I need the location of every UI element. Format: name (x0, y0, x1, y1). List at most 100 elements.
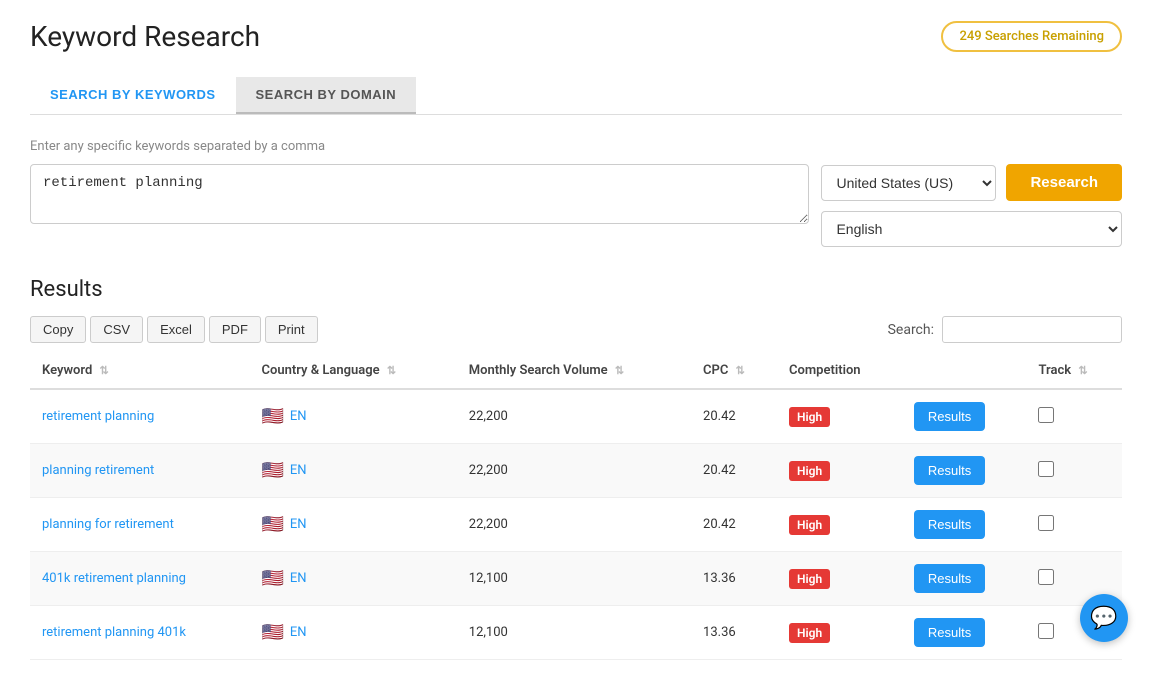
language-select[interactable]: English Spanish French German (821, 211, 1122, 247)
table-row: retirement planning 🇺🇸 EN 22,200 20.42 H… (30, 389, 1122, 444)
excel-button[interactable]: Excel (147, 316, 205, 343)
results-button[interactable]: Results (914, 564, 985, 593)
col-track[interactable]: Track ⇅ (1026, 353, 1122, 389)
cell-cpc: 20.42 (691, 498, 777, 552)
cell-volume: 22,200 (457, 498, 691, 552)
cell-cpc: 20.42 (691, 389, 777, 444)
tab-search-by-domain[interactable]: SEARCH BY DOMAIN (236, 77, 417, 114)
table-search-row: Search: (888, 316, 1122, 343)
copy-button[interactable]: Copy (30, 316, 86, 343)
table-row: planning for retirement 🇺🇸 EN 22,200 20.… (30, 498, 1122, 552)
col-competition[interactable]: Competition (777, 353, 902, 389)
sort-icon-volume: ⇅ (615, 364, 624, 377)
track-checkbox[interactable] (1038, 623, 1054, 639)
cell-competition: High (777, 606, 902, 660)
keyword-link[interactable]: 401k retirement planning (42, 571, 186, 586)
table-row: 401k retirement planning 🇺🇸 EN 12,100 13… (30, 552, 1122, 606)
keyword-link[interactable]: retirement planning (42, 409, 154, 424)
competition-badge: High (789, 515, 830, 535)
search-area: retirement planning United States (US) U… (30, 164, 1122, 247)
competition-badge: High (789, 407, 830, 427)
language-code: EN (290, 463, 307, 478)
tab-search-by-keywords[interactable]: SEARCH BY KEYWORDS (30, 77, 236, 114)
track-checkbox[interactable] (1038, 515, 1054, 531)
language-code: EN (290, 571, 307, 586)
cell-track (1026, 389, 1122, 444)
cell-volume: 12,100 (457, 606, 691, 660)
cell-competition: High (777, 552, 902, 606)
results-title: Results (30, 277, 1122, 302)
cell-country-language: 🇺🇸 EN (249, 389, 456, 444)
search-hint: Enter any specific keywords separated by… (30, 139, 1122, 154)
sort-icon-keyword: ⇅ (100, 364, 109, 377)
competition-badge: High (789, 461, 830, 481)
flag-icon: 🇺🇸 (261, 622, 283, 643)
results-button[interactable]: Results (914, 618, 985, 647)
country-select[interactable]: United States (US) United Kingdom (UK) C… (821, 165, 996, 201)
col-country-language[interactable]: Country & Language ⇅ (249, 353, 456, 389)
flag-icon: 🇺🇸 (261, 568, 283, 589)
cell-keyword: retirement planning 401k (30, 606, 249, 660)
cell-results-button: Results (902, 606, 1027, 660)
research-button[interactable]: Research (1006, 164, 1122, 201)
cell-keyword: retirement planning (30, 389, 249, 444)
flag-icon: 🇺🇸 (261, 406, 283, 427)
search-label: Search: (888, 322, 934, 338)
competition-badge: High (789, 569, 830, 589)
export-row: Copy CSV Excel PDF Print Search: (30, 316, 1122, 343)
cell-volume: 22,200 (457, 389, 691, 444)
cell-volume: 22,200 (457, 444, 691, 498)
track-checkbox[interactable] (1038, 461, 1054, 477)
cell-country-language: 🇺🇸 EN (249, 498, 456, 552)
searches-remaining-badge: 249 Searches Remaining (941, 21, 1122, 52)
cell-track (1026, 498, 1122, 552)
cell-results-button: Results (902, 552, 1027, 606)
sort-icon-cpc: ⇅ (736, 364, 745, 377)
track-checkbox[interactable] (1038, 569, 1054, 585)
results-table: Keyword ⇅ Country & Language ⇅ Monthly S… (30, 353, 1122, 660)
cell-keyword: 401k retirement planning (30, 552, 249, 606)
keyword-link[interactable]: retirement planning 401k (42, 625, 186, 640)
cell-cpc: 13.36 (691, 552, 777, 606)
cell-volume: 12,100 (457, 552, 691, 606)
cell-country-language: 🇺🇸 EN (249, 606, 456, 660)
keyword-input[interactable]: retirement planning (30, 164, 809, 224)
results-section: Results Copy CSV Excel PDF Print Search:… (30, 277, 1122, 660)
sort-icon-track: ⇅ (1078, 364, 1087, 377)
keyword-link[interactable]: planning retirement (42, 463, 154, 478)
results-button[interactable]: Results (914, 402, 985, 431)
flag-icon: 🇺🇸 (261, 460, 283, 481)
results-button[interactable]: Results (914, 456, 985, 485)
keyword-link[interactable]: planning for retirement (42, 517, 174, 532)
sort-icon-country: ⇅ (387, 364, 396, 377)
track-checkbox[interactable] (1038, 407, 1054, 423)
competition-badge: High (789, 623, 830, 643)
cell-keyword: planning retirement (30, 444, 249, 498)
language-code: EN (290, 625, 307, 640)
col-monthly-search-volume[interactable]: Monthly Search Volume ⇅ (457, 353, 691, 389)
cell-cpc: 13.36 (691, 606, 777, 660)
language-code: EN (290, 409, 307, 424)
col-keyword[interactable]: Keyword ⇅ (30, 353, 249, 389)
cell-competition: High (777, 444, 902, 498)
cell-track (1026, 444, 1122, 498)
print-button[interactable]: Print (265, 316, 318, 343)
pdf-button[interactable]: PDF (209, 316, 261, 343)
chat-bubble[interactable]: 💬 (1080, 594, 1128, 642)
col-results-action (902, 353, 1027, 389)
results-button[interactable]: Results (914, 510, 985, 539)
csv-button[interactable]: CSV (90, 316, 143, 343)
table-row: planning retirement 🇺🇸 EN 22,200 20.42 H… (30, 444, 1122, 498)
cell-competition: High (777, 498, 902, 552)
flag-icon: 🇺🇸 (261, 514, 283, 535)
page-title: Keyword Research (30, 20, 260, 53)
cell-cpc: 20.42 (691, 444, 777, 498)
cell-keyword: planning for retirement (30, 498, 249, 552)
cell-results-button: Results (902, 389, 1027, 444)
col-cpc[interactable]: CPC ⇅ (691, 353, 777, 389)
export-buttons: Copy CSV Excel PDF Print (30, 316, 318, 343)
search-controls: United States (US) United Kingdom (UK) C… (821, 164, 1122, 247)
cell-results-button: Results (902, 498, 1027, 552)
table-search-input[interactable] (942, 316, 1122, 343)
cell-country-language: 🇺🇸 EN (249, 552, 456, 606)
